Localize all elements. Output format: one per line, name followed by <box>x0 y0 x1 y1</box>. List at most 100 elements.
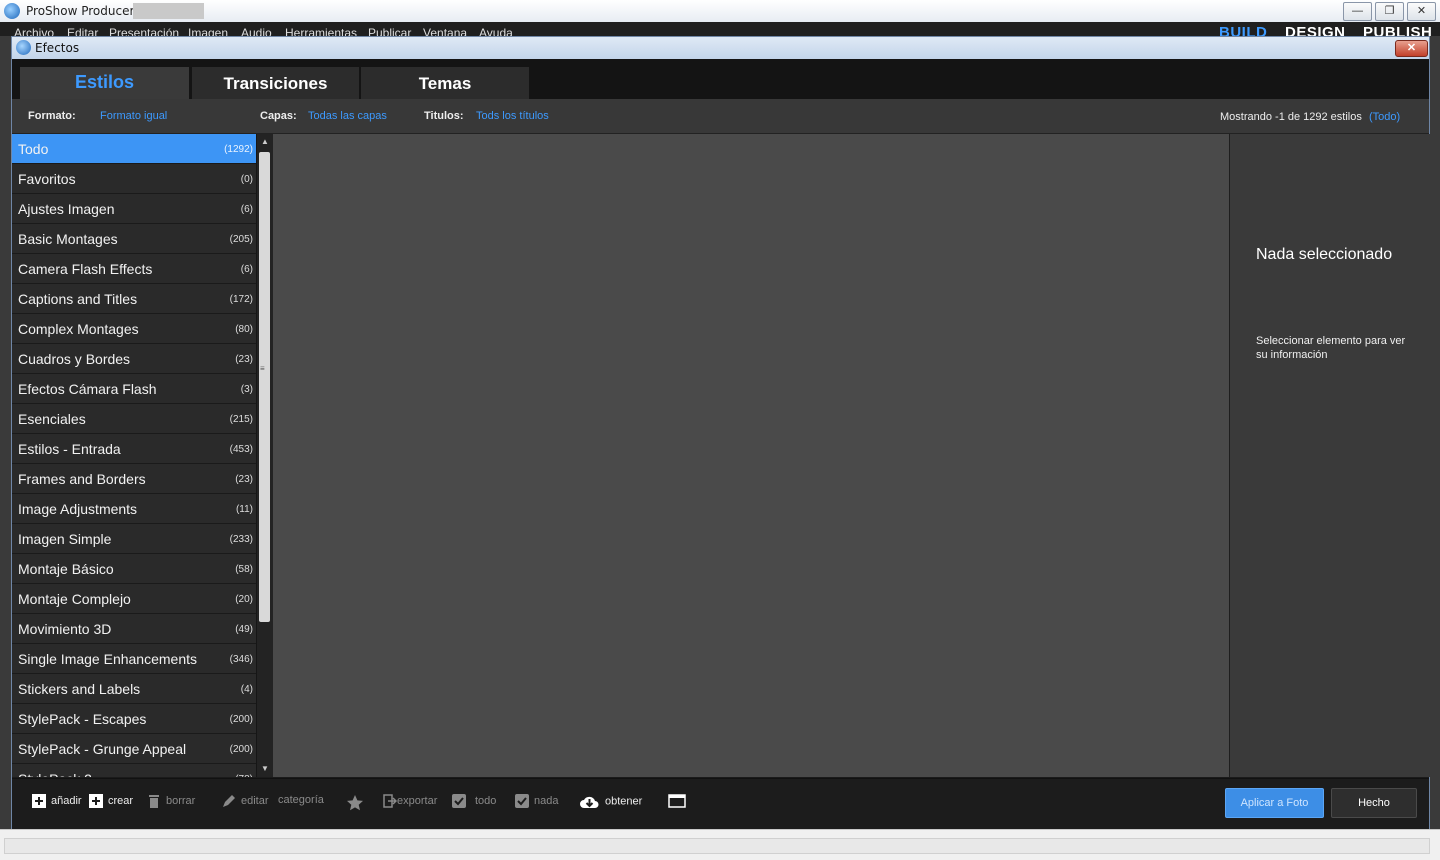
category-item[interactable]: Esenciales (215) <box>12 404 256 434</box>
category-name: Camera Flash Effects <box>18 261 153 277</box>
scroll-up-arrow-icon[interactable]: ▲ <box>257 134 273 150</box>
titles-filter-link[interactable]: Tods los títulos <box>476 110 549 122</box>
export-button[interactable]: exportar <box>383 794 437 812</box>
category-item[interactable]: Single Image Enhancements (346) <box>12 644 256 674</box>
category-count: (172) <box>229 294 253 305</box>
menu-ayuda[interactable]: Ayuda <box>479 26 513 36</box>
format-filter-link[interactable]: Formato igual <box>100 110 167 122</box>
app-bottom-bar <box>0 829 1440 860</box>
category-item[interactable]: Captions and Titles (172) <box>12 284 256 314</box>
category-item[interactable]: Frames and Borders (23) <box>12 464 256 494</box>
minimize-button[interactable]: — <box>1343 2 1372 21</box>
create-button[interactable]: crear <box>89 794 133 812</box>
category-count: (80) <box>235 324 253 335</box>
tab-temas[interactable]: Temas <box>361 67 529 99</box>
category-list: Todo (1292) Favoritos (0) Ajustes Imagen (6) B… <box>12 134 256 777</box>
category-item[interactable]: Montaje Complejo (20) <box>12 584 256 614</box>
tab-estilos[interactable]: Estilos <box>20 67 189 99</box>
category-count: (233) <box>229 534 253 545</box>
category-item[interactable]: Favoritos (0) <box>12 164 256 194</box>
get-more-button[interactable]: obtener <box>579 794 642 812</box>
category-label: categoría <box>278 794 324 807</box>
category-item[interactable]: Stickers and Labels (4) <box>12 674 256 704</box>
select-none-button[interactable]: nada <box>515 794 558 812</box>
mode-design[interactable]: DESIGN <box>1285 24 1346 36</box>
filter-bar: Formato: Formato igual Capas: Todas las … <box>12 99 1429 134</box>
info-title: Nada seleccionado <box>1256 246 1393 263</box>
scroll-down-arrow-icon[interactable]: ▼ <box>257 761 273 777</box>
category-item[interactable]: Complex Montages (80) <box>12 314 256 344</box>
effects-dialog: Efectos ✕ Estilos Transiciones Temas For… <box>11 36 1430 829</box>
category-count: (20) <box>235 594 253 605</box>
show-all-link[interactable]: (Todo) <box>1369 111 1400 123</box>
scrollbar-thumb[interactable] <box>259 152 270 622</box>
layers-filter-link[interactable]: Todas las capas <box>308 110 387 122</box>
menu-imagen[interactable]: Imagen <box>188 26 228 36</box>
category-item[interactable]: Todo (1292) <box>12 134 256 164</box>
menu-presentacion[interactable]: Presentación <box>109 26 179 36</box>
menu-audio[interactable]: Audio <box>241 26 272 36</box>
menu-publicar[interactable]: Publicar <box>368 26 411 36</box>
mode-publish[interactable]: PUBLISH <box>1363 24 1432 36</box>
category-item[interactable]: Ajustes Imagen (6) <box>12 194 256 224</box>
favorite-button[interactable] <box>346 794 369 812</box>
dialog-close-button[interactable]: ✕ <box>1395 40 1428 57</box>
category-name: StylePack - Grunge Appeal <box>18 741 187 757</box>
done-button[interactable]: Hecho <box>1331 788 1417 818</box>
select-all-button[interactable]: todo <box>452 794 496 812</box>
category-count: (205) <box>229 234 253 245</box>
app-close-button[interactable]: ✕ <box>1407 2 1436 21</box>
category-count: (3) <box>240 384 253 395</box>
menu-archivo[interactable]: Archivo <box>14 26 54 36</box>
app-title-redacted <box>133 3 204 19</box>
category-name: Stickers and Labels <box>18 681 141 697</box>
dialog-title: Efectos <box>35 41 80 55</box>
edit-button[interactable]: editar <box>222 794 269 812</box>
style-preview-area[interactable] <box>273 134 1229 777</box>
mode-build[interactable]: BUILD <box>1219 24 1267 36</box>
layers-label: Capas: <box>260 110 297 122</box>
plus-box-icon <box>89 794 103 808</box>
category-item[interactable]: Estilos - Entrada (453) <box>12 434 256 464</box>
format-label: Formato: <box>28 110 76 122</box>
app-horizontal-scrollbar[interactable] <box>4 838 1430 854</box>
category-name: Complex Montages <box>18 321 139 337</box>
category-button[interactable]: categoría <box>278 794 324 812</box>
pencil-icon <box>223 795 235 807</box>
titles-label: Titulos: <box>424 110 464 122</box>
export-label: exportar <box>397 795 438 807</box>
category-item[interactable]: StylePack - Grunge Appeal (200) <box>12 734 256 764</box>
checkbox-checked-icon <box>452 794 466 808</box>
menu-editar[interactable]: Editar <box>67 26 98 36</box>
dialog-app-icon <box>16 40 31 55</box>
tab-transiciones[interactable]: Transiciones <box>192 67 359 99</box>
category-item[interactable]: Efectos Cámara Flash (3) <box>12 374 256 404</box>
category-item[interactable]: StylePack - Escapes (200) <box>12 704 256 734</box>
category-item[interactable]: Movimiento 3D (49) <box>12 614 256 644</box>
category-name: Todo <box>18 141 49 157</box>
info-description: Seleccionar elemento para ver su informa… <box>1256 335 1406 361</box>
menu-ventana[interactable]: Ventana <box>423 26 467 36</box>
apply-to-photo-button[interactable]: Aplicar a Foto <box>1225 788 1324 818</box>
window-toggle-button[interactable] <box>668 794 691 812</box>
category-item[interactable]: Image Adjustments (11) <box>12 494 256 524</box>
category-count: (6) <box>240 204 253 215</box>
menu-herramientas[interactable]: Herramientas <box>285 26 357 36</box>
category-item[interactable]: Basic Montages (205) <box>12 224 256 254</box>
restore-button[interactable]: ❐ <box>1375 2 1404 21</box>
category-count: (58) <box>235 564 253 575</box>
category-count: (0) <box>240 174 253 185</box>
select-none-label: nada <box>534 795 559 807</box>
window-icon <box>668 794 686 808</box>
category-item[interactable]: Camera Flash Effects (6) <box>12 254 256 284</box>
category-scrollbar[interactable]: ▲ ≡ ▼ <box>256 134 273 777</box>
category-item[interactable]: Montaje Básico (58) <box>12 554 256 584</box>
category-name: Captions and Titles <box>18 291 138 307</box>
delete-button[interactable]: borrar <box>147 794 195 812</box>
app-left-panel-edge <box>0 36 11 829</box>
category-item[interactable]: StylePack 2 (78) <box>12 764 256 777</box>
category-item[interactable]: Imagen Simple (233) <box>12 524 256 554</box>
category-item[interactable]: Cuadros y Bordes (23) <box>12 344 256 374</box>
add-button[interactable]: añadir <box>32 794 82 812</box>
get-more-label: obtener <box>605 795 643 808</box>
